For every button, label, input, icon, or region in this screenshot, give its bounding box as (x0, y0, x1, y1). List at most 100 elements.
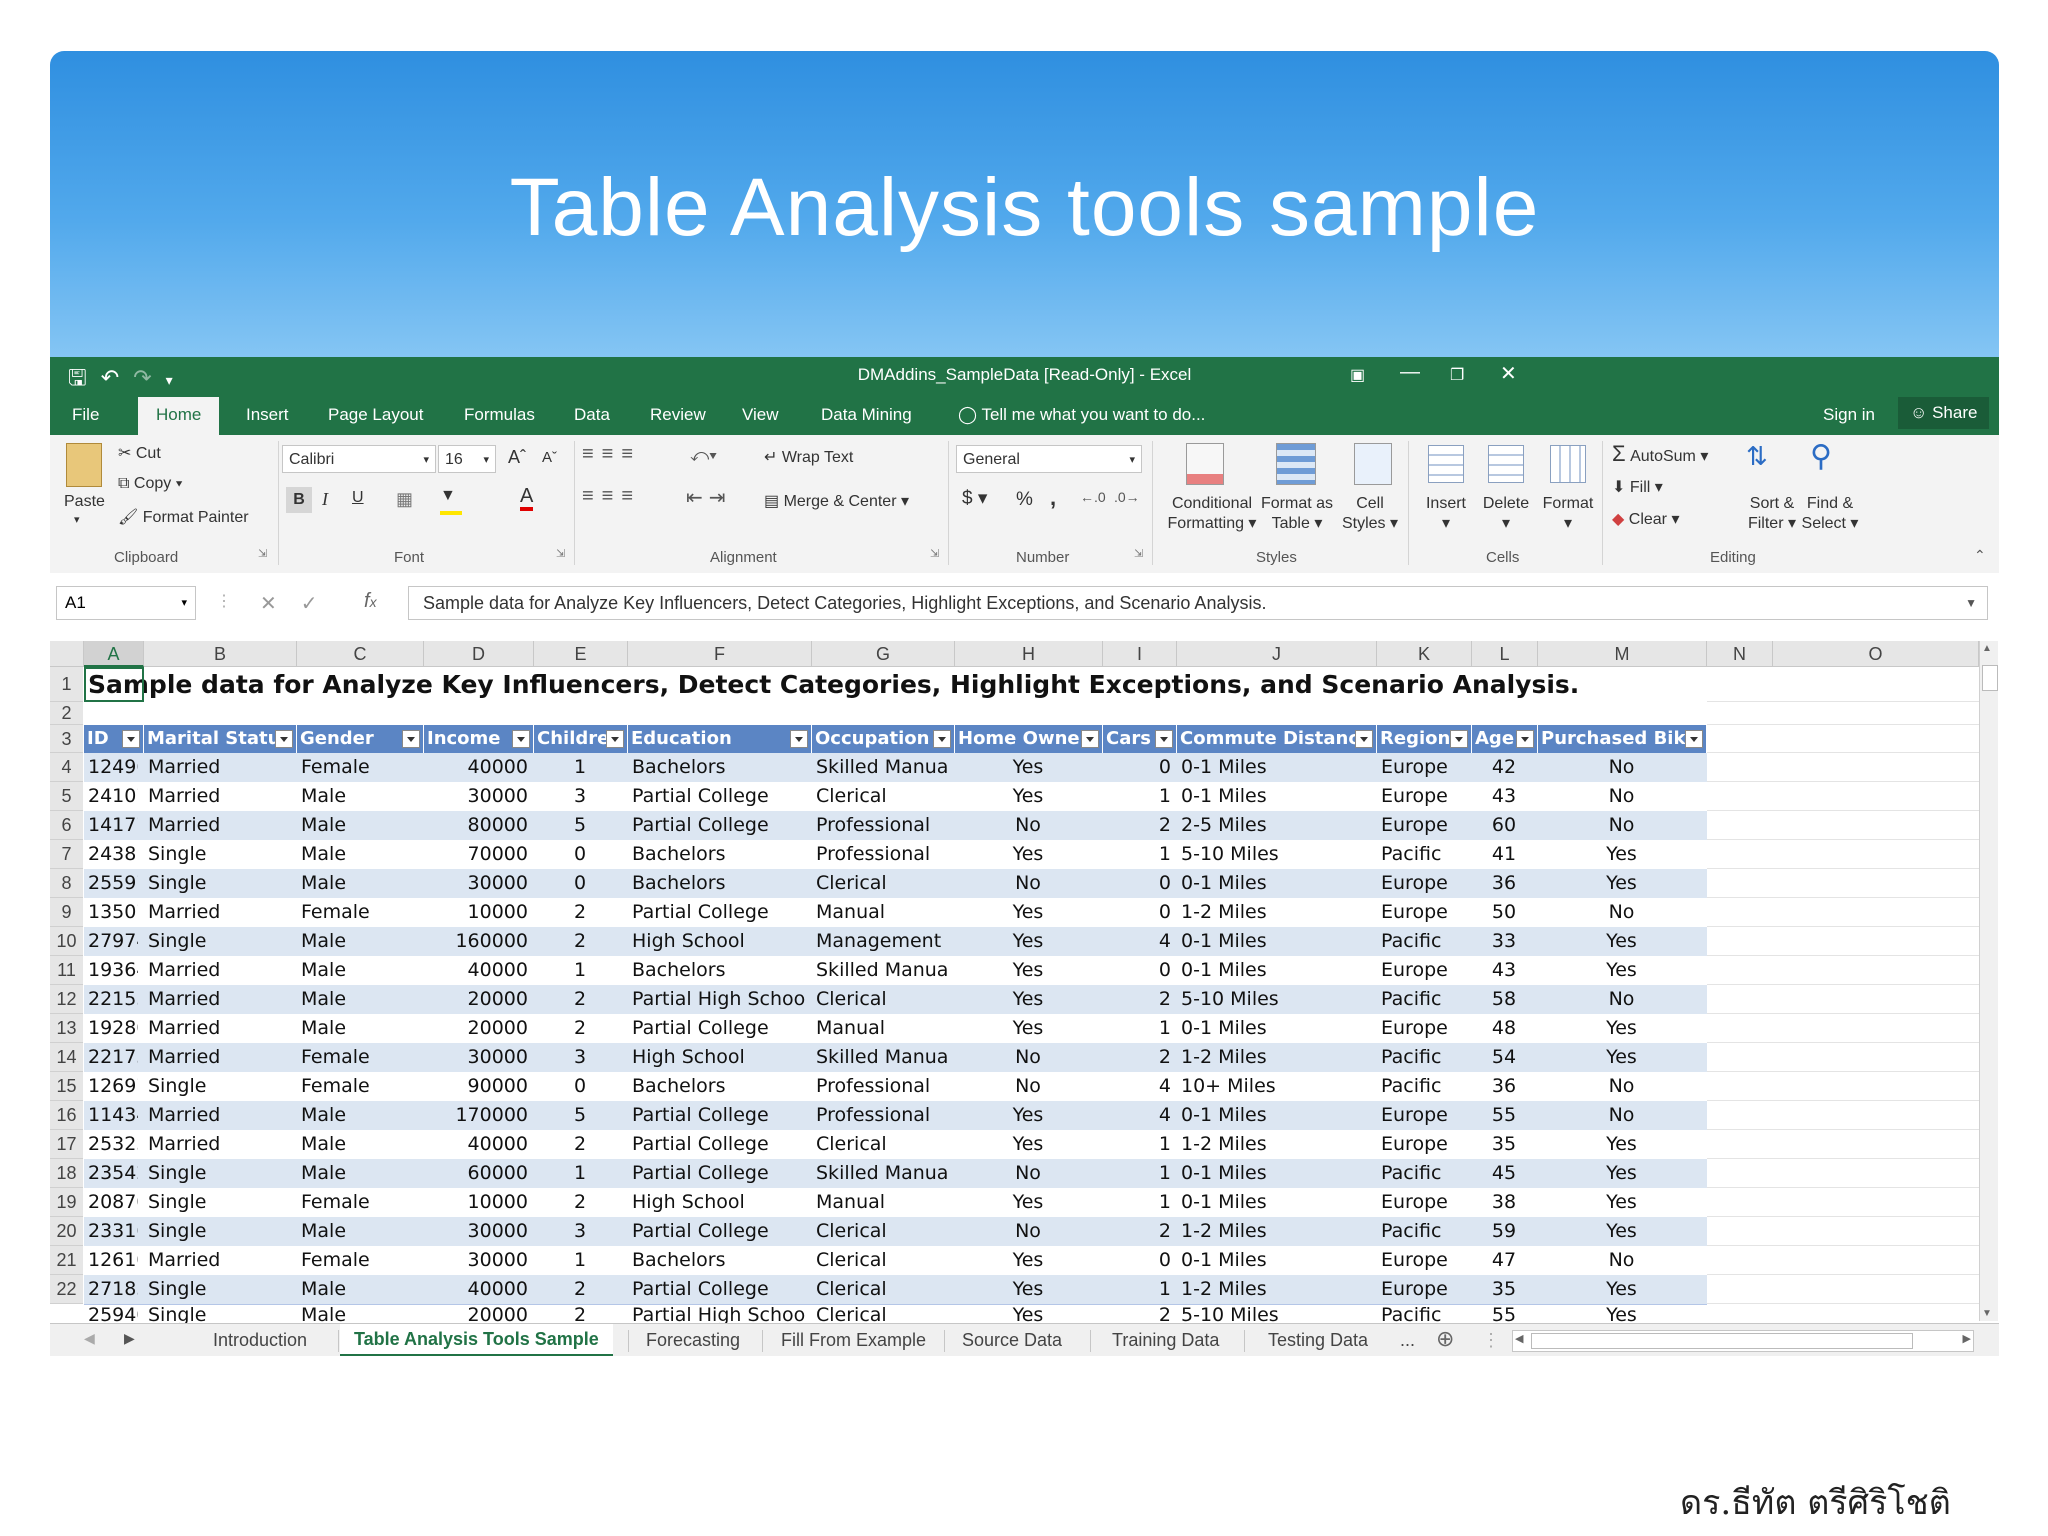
table-cell[interactable]: 59 (1476, 1217, 1532, 1246)
table-cell[interactable]: No (1542, 1101, 1701, 1130)
table-cell[interactable]: Single (148, 1275, 291, 1304)
table-cell[interactable]: Clerical (816, 869, 949, 898)
enter-icon[interactable]: ✓ (301, 593, 342, 615)
table-cell[interactable]: 0 (1107, 753, 1171, 782)
cancel-icon[interactable]: ✕ (260, 593, 301, 615)
table-cell[interactable]: 2 (538, 927, 622, 956)
table-cell[interactable]: No (959, 811, 1097, 840)
column-header[interactable]: A (84, 641, 144, 667)
table-cell[interactable]: 36 (1476, 1072, 1532, 1101)
sort-filter-button[interactable]: Sort & Filter ▾ (1744, 495, 1800, 533)
table-cell[interactable]: 43 (1476, 956, 1532, 985)
percent-button[interactable]: % (1016, 489, 1033, 511)
row-header[interactable]: 16 (50, 1101, 83, 1130)
table-cell[interactable]: 20000 (428, 985, 528, 1014)
table-cell[interactable]: Male (301, 811, 418, 840)
table-cell[interactable]: Partial College (632, 1217, 806, 1246)
table-cell[interactable]: Manual (816, 1014, 949, 1043)
row-header[interactable]: 19 (50, 1188, 83, 1217)
table-cell[interactable]: Single (148, 1188, 291, 1217)
tab-insert[interactable]: Insert (246, 405, 289, 425)
table-header-cell[interactable]: Income (424, 725, 534, 753)
table-cell[interactable]: 1 (1107, 1130, 1171, 1159)
paste-button[interactable]: Paste (64, 493, 105, 511)
table-cell[interactable]: Single (148, 1072, 291, 1101)
table-cell[interactable]: Male (301, 927, 418, 956)
table-cell[interactable]: Europe (1381, 753, 1466, 782)
tab-data-mining[interactable]: Data Mining (821, 405, 912, 425)
table-cell[interactable]: Clerical (816, 1246, 949, 1275)
autosum-button[interactable]: Σ AutoSum ▾ (1612, 441, 1708, 467)
filter-dropdown-icon[interactable] (606, 730, 624, 748)
table-cell[interactable]: 27183 (88, 1275, 138, 1304)
filter-dropdown-icon[interactable] (790, 730, 808, 748)
number-format-select[interactable]: General ▾ (956, 445, 1142, 473)
table-cell[interactable]: Female (301, 753, 418, 782)
table-cell[interactable]: 0 (1107, 869, 1171, 898)
select-all-corner[interactable] (50, 641, 84, 667)
column-header[interactable]: K (1377, 641, 1472, 667)
table-cell[interactable]: 0-1 Miles (1181, 1014, 1371, 1043)
orientation-icon[interactable]: ⤺▾ (690, 445, 717, 466)
comma-button[interactable]: , (1050, 485, 1056, 511)
table-header-cell[interactable]: Children (534, 725, 628, 753)
vertical-align-icons[interactable]: ≡≡≡ (582, 443, 641, 466)
table-cell[interactable]: 1 (538, 1159, 622, 1188)
table-cell[interactable]: 2 (1107, 811, 1171, 840)
table-cell[interactable]: Clerical (816, 985, 949, 1014)
table-cell[interactable]: 60000 (428, 1159, 528, 1188)
row-header[interactable]: 13 (50, 1014, 83, 1043)
table-cell[interactable]: 5-10 Miles (1181, 985, 1371, 1014)
table-cell[interactable]: No (1542, 1072, 1701, 1101)
row-header[interactable]: 9 (50, 898, 83, 927)
table-cell[interactable]: Skilled Manual (816, 956, 949, 985)
table-cell[interactable]: Married (148, 753, 291, 782)
table-cell[interactable]: 2 (538, 898, 622, 927)
table-cell[interactable]: Skilled Manual (816, 1159, 949, 1188)
table-cell[interactable]: 1 (1107, 1275, 1171, 1304)
table-cell[interactable]: Management (816, 927, 949, 956)
table-cell[interactable]: 43 (1476, 782, 1532, 811)
table-cell[interactable]: No (1542, 898, 1701, 927)
table-cell[interactable]: 47 (1476, 1246, 1532, 1275)
table-cell[interactable]: 0-1 Miles (1181, 956, 1371, 985)
table-cell[interactable]: Partial College (632, 811, 806, 840)
sheet-tab-testing-data[interactable]: Testing Data (1268, 1330, 1368, 1351)
table-cell[interactable]: 22155 (88, 985, 138, 1014)
table-cell[interactable]: High School (632, 1043, 806, 1072)
table-cell[interactable]: Married (148, 1014, 291, 1043)
row-header[interactable]: 15 (50, 1072, 83, 1101)
table-cell[interactable]: Yes (959, 1014, 1097, 1043)
filter-dropdown-icon[interactable] (1516, 730, 1534, 748)
table-cell[interactable]: Married (148, 811, 291, 840)
table-cell[interactable]: Europe (1381, 1014, 1466, 1043)
table-cell[interactable]: Yes (1542, 1130, 1701, 1159)
table-cell[interactable]: 80000 (428, 811, 528, 840)
table-cell[interactable]: Male (301, 1130, 418, 1159)
table-cell[interactable]: Pacific (1381, 1217, 1466, 1246)
table-cell[interactable]: 55 (1476, 1101, 1532, 1130)
table-cell[interactable]: 40000 (428, 753, 528, 782)
table-cell[interactable]: Professional (816, 1101, 949, 1130)
table-cell[interactable]: 27974 (88, 927, 138, 956)
decrease-decimal-icon[interactable]: .0→ (1114, 489, 1140, 505)
row-header[interactable]: 8 (50, 869, 83, 898)
row-header[interactable]: 20 (50, 1217, 83, 1246)
table-cell[interactable]: 4 (1107, 927, 1171, 956)
table-cell[interactable]: Male (301, 985, 418, 1014)
table-cell[interactable]: 23316 (88, 1217, 138, 1246)
table-cell[interactable]: Male (301, 1014, 418, 1043)
table-cell[interactable]: 0-1 Miles (1181, 869, 1371, 898)
table-cell[interactable]: 1 (538, 956, 622, 985)
table-cell[interactable]: Partial College (632, 782, 806, 811)
column-header[interactable]: J (1177, 641, 1377, 667)
table-cell[interactable]: 1 (1107, 840, 1171, 869)
row-header[interactable]: 12 (50, 985, 83, 1014)
table-cell[interactable]: Male (301, 869, 418, 898)
table-cell[interactable]: 5-10 Miles (1181, 840, 1371, 869)
table-cell[interactable]: Europe (1381, 869, 1466, 898)
row-header[interactable]: 14 (50, 1043, 83, 1072)
filter-dropdown-icon[interactable] (933, 730, 951, 748)
cell-styles-icon[interactable] (1354, 443, 1392, 485)
increase-decimal-icon[interactable]: ←.0 (1080, 489, 1106, 505)
